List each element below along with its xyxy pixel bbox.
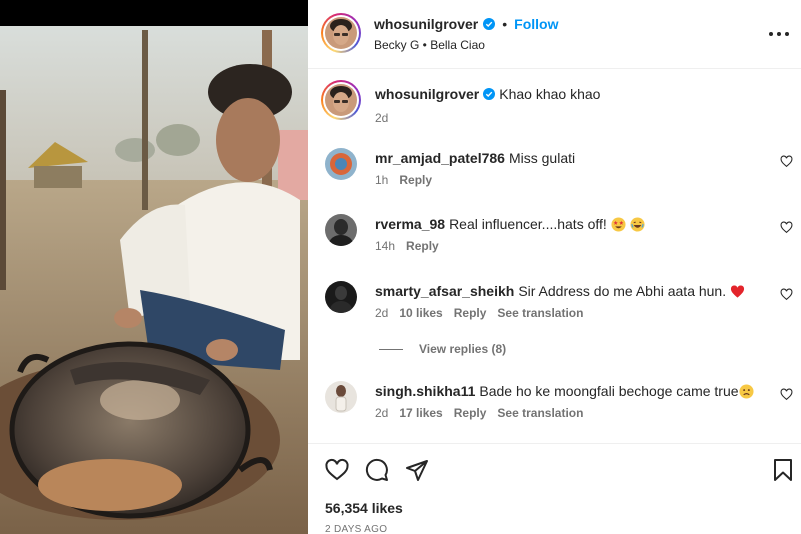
comment-likes-count[interactable]: 10 likes <box>399 306 442 320</box>
commenter-username[interactable]: mr_amjad_patel786 <box>375 150 505 166</box>
comment-text: Bade ho ke moongfali bechoge came true <box>479 383 739 399</box>
red-heart-emoji <box>731 284 745 298</box>
comment-like-heart-icon[interactable] <box>780 288 793 301</box>
view-replies-label: View replies (8) <box>419 342 507 356</box>
author-username[interactable]: whosunilgrover <box>374 16 478 32</box>
commenter-avatar[interactable] <box>325 148 357 180</box>
comment-item: mr_amjad_patel786 Miss gulati 1h Reply <box>308 148 801 198</box>
reply-button[interactable]: Reply <box>454 406 487 420</box>
comment-meta: 1h Reply <box>375 173 432 187</box>
separator-dot: • <box>502 16 508 32</box>
comment-line: mr_amjad_patel786 Miss gulati <box>375 150 575 166</box>
commenter-avatar-image <box>325 214 357 246</box>
comment-meta: 14h Reply <box>375 239 439 253</box>
commenter-avatar-image <box>325 381 357 413</box>
comment-text: Real influencer....hats off! <box>449 216 607 232</box>
comment-item: smarty_afsar_sheikh Sir Address do me Ab… <box>308 281 801 331</box>
see-translation-button[interactable]: See translation <box>497 306 583 320</box>
heart-icon[interactable] <box>325 458 349 482</box>
author-avatar-image <box>325 17 357 49</box>
post-media[interactable] <box>0 0 308 534</box>
caption-text: Khao khao khao <box>499 86 601 102</box>
reply-button[interactable]: Reply <box>406 239 439 253</box>
comment-likes-count[interactable]: 17 likes <box>399 406 442 420</box>
commenter-username[interactable]: singh.shikha11 <box>375 383 475 399</box>
likes-count[interactable]: 56,354 likes <box>325 500 403 516</box>
comment-like-heart-icon[interactable] <box>780 388 793 401</box>
comment-time[interactable]: 2d <box>375 406 388 420</box>
reply-button[interactable]: Reply <box>454 306 487 320</box>
caption-time[interactable]: 2d <box>375 111 388 125</box>
header-user-row: whosunilgrover • Follow <box>374 16 558 32</box>
comment-line: rverma_98 Real influencer....hats off! <box>375 216 645 232</box>
sad-face-emoji <box>739 383 754 399</box>
commenter-username[interactable]: rverma_98 <box>375 216 445 232</box>
commenter-avatar[interactable] <box>325 281 357 313</box>
share-icon[interactable] <box>405 458 429 482</box>
comment-time[interactable]: 1h <box>375 173 388 187</box>
caption-avatar[interactable] <box>321 80 361 120</box>
comment-item: rverma_98 Real influencer....hats off! 1… <box>308 214 801 264</box>
comment-time[interactable]: 14h <box>375 239 395 253</box>
commenter-avatar-image <box>325 281 357 313</box>
bookmark-icon[interactable] <box>771 458 795 482</box>
comment-line: smarty_afsar_sheikh Sir Address do me Ab… <box>375 283 745 299</box>
author-avatar[interactable] <box>321 13 361 53</box>
more-options-icon[interactable] <box>769 24 789 44</box>
comment-text: Miss gulati <box>508 150 576 166</box>
view-replies-divider <box>379 348 403 350</box>
comment-item: singh.shikha11 Bade ho ke moongfali bech… <box>308 381 801 431</box>
caption-line: whosunilgrover Khao khao khao <box>375 86 600 102</box>
comment-meta: 2d 10 likes Reply See translation <box>375 306 583 320</box>
caption-username[interactable]: whosunilgrover <box>375 86 479 102</box>
commenter-avatar-image <box>325 148 357 180</box>
commenter-avatar[interactable] <box>325 214 357 246</box>
laughing-emoji <box>630 216 645 232</box>
audio-track-link[interactable]: Becky G • Bella Ciao <box>374 38 485 52</box>
caption-avatar-image <box>325 84 357 116</box>
commenter-avatar[interactable] <box>325 381 357 413</box>
follow-button[interactable]: Follow <box>514 16 558 32</box>
post-date[interactable]: 2 DAYS AGO <box>325 524 387 534</box>
post-details-panel: whosunilgrover • Follow Becky G • Bella … <box>308 0 801 534</box>
video-frame <box>0 0 308 534</box>
verified-badge-icon <box>483 18 496 30</box>
post-header: whosunilgrover • Follow Becky G • Bella … <box>308 0 801 69</box>
actions-divider <box>308 443 801 444</box>
comment-like-heart-icon[interactable] <box>780 155 793 168</box>
comment-meta: 2d 17 likes Reply See translation <box>375 406 583 420</box>
comment-time[interactable]: 2d <box>375 306 388 320</box>
comment-text: Sir Address do me Abhi aata hun. <box>518 283 727 299</box>
star-struck-emoji <box>611 216 626 232</box>
comment-like-heart-icon[interactable] <box>780 221 793 234</box>
view-replies-button[interactable]: View replies (8) <box>379 342 506 356</box>
verified-badge-icon <box>483 88 496 100</box>
see-translation-button[interactable]: See translation <box>497 406 583 420</box>
reply-button[interactable]: Reply <box>399 173 432 187</box>
commenter-username[interactable]: smarty_afsar_sheikh <box>375 283 514 299</box>
comment-icon[interactable] <box>365 458 389 482</box>
comment-line: singh.shikha11 Bade ho ke moongfali bech… <box>375 383 754 399</box>
